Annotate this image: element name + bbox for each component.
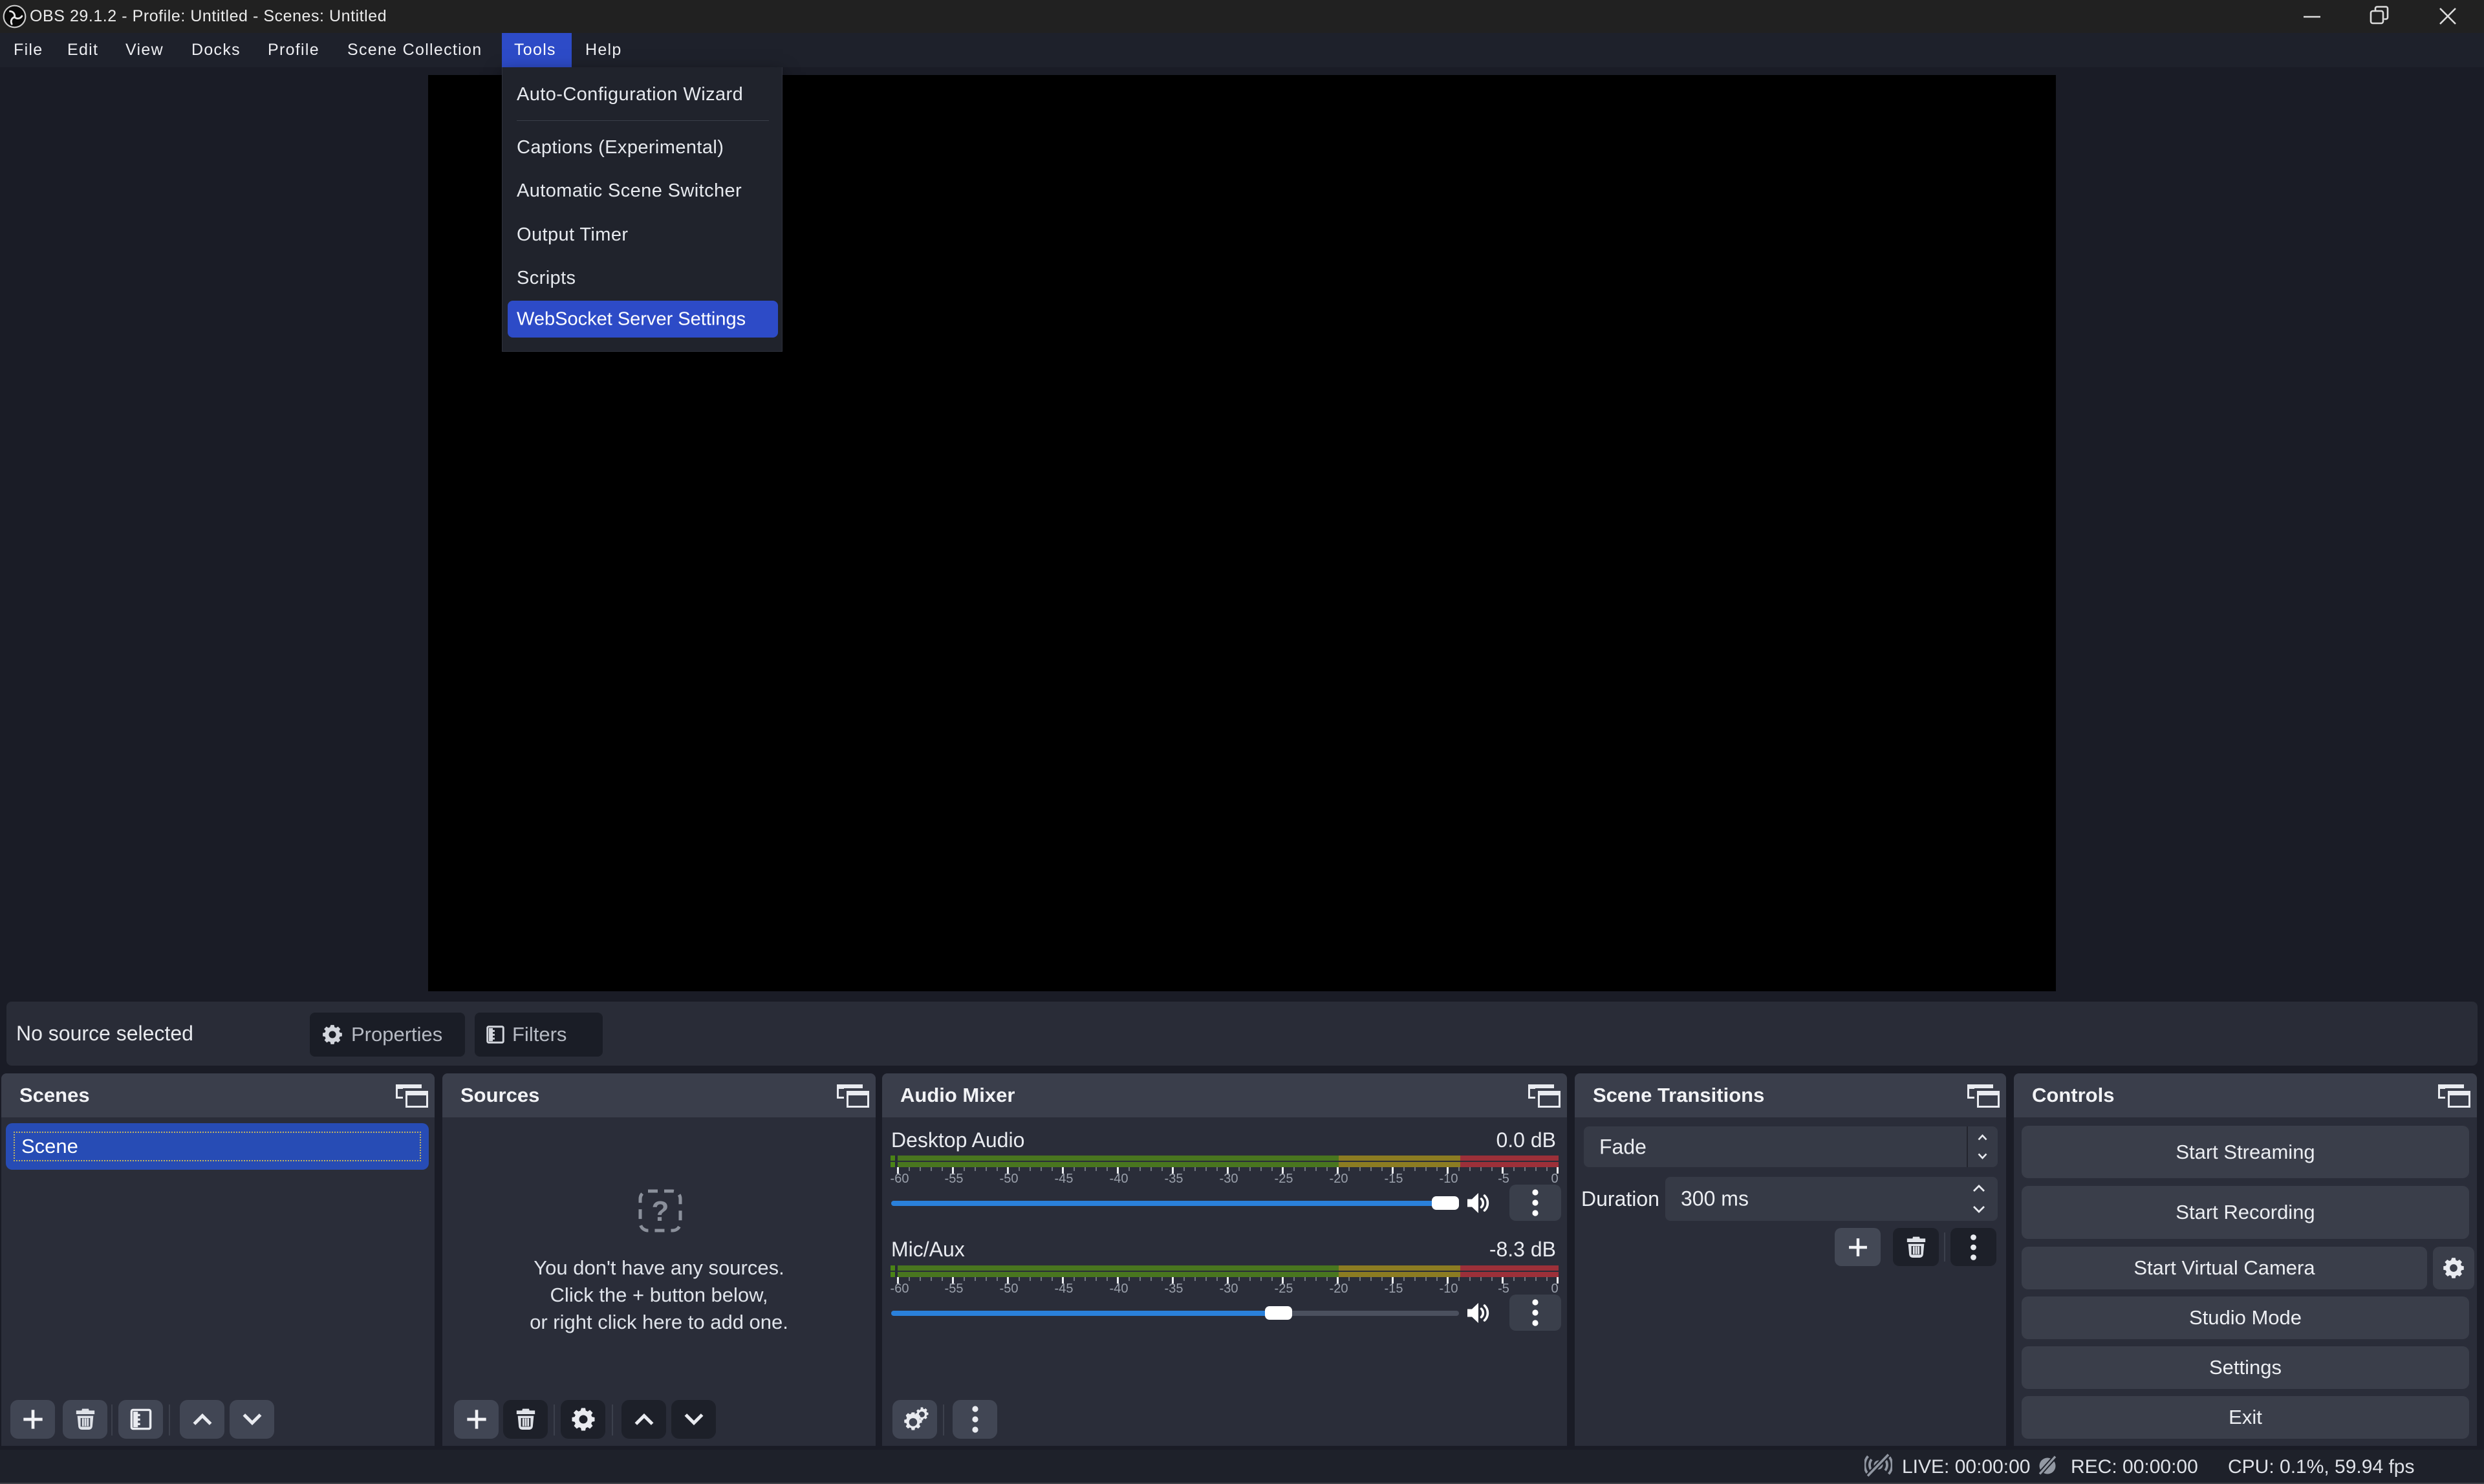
svg-text:?: ? <box>652 1196 669 1227</box>
